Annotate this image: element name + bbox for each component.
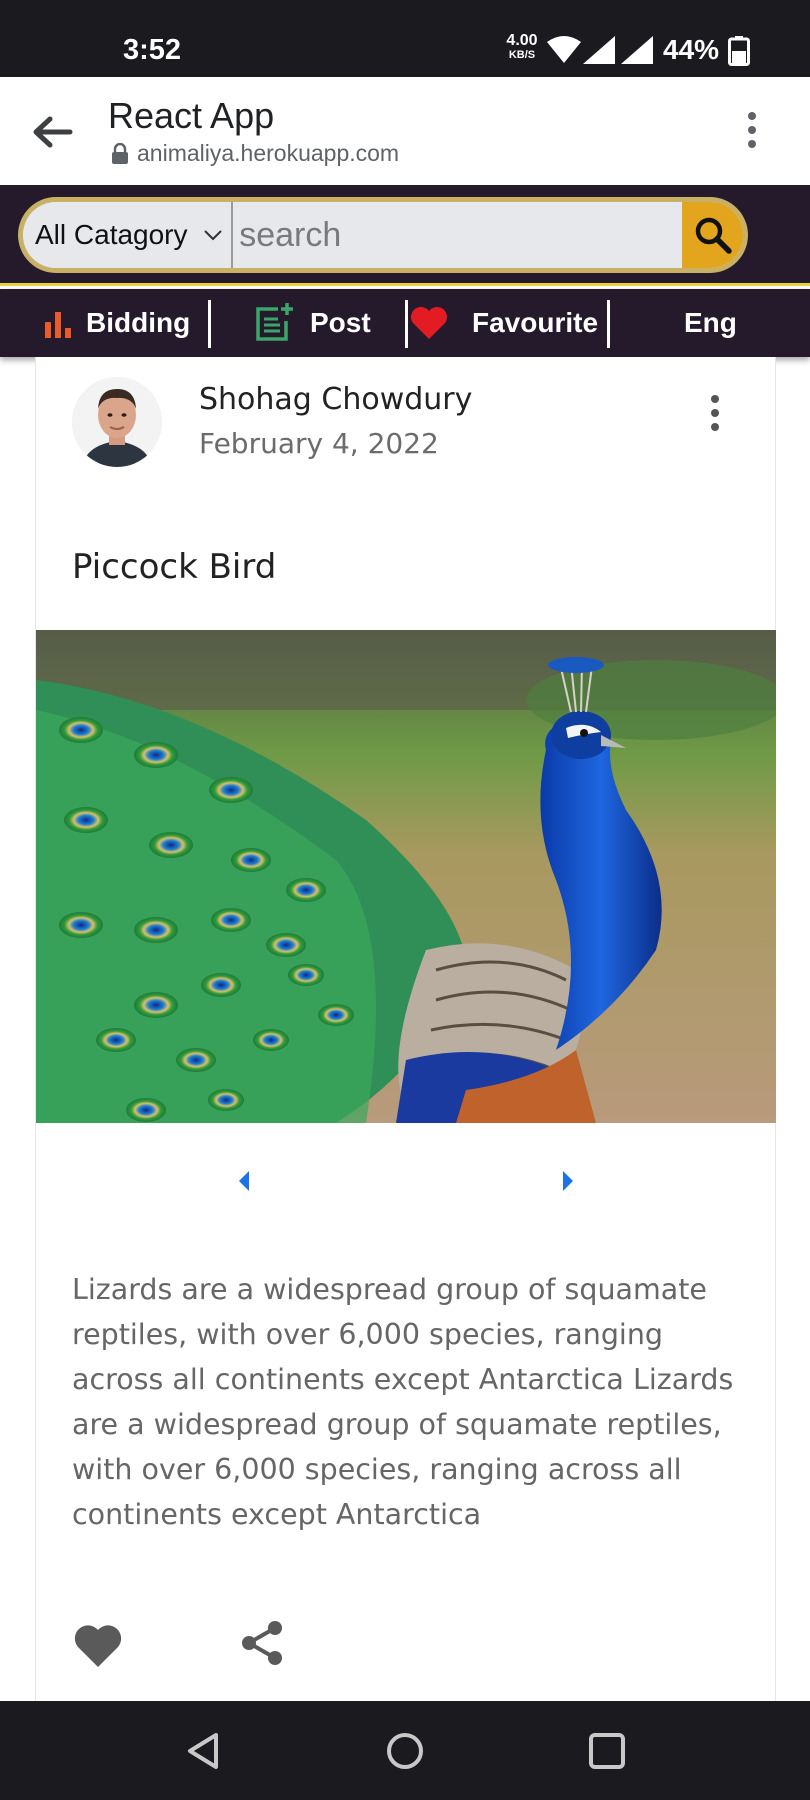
nav-language[interactable]: Eng — [684, 289, 737, 357]
more-vert-icon[interactable] — [705, 393, 725, 433]
battery-percent: 44% — [663, 34, 720, 65]
nav-home-icon[interactable] — [385, 1731, 425, 1771]
network-speed-unit: KB/S — [508, 49, 536, 61]
category-nav: Bidding Post Favourite Eng — [0, 289, 810, 357]
favorite-icon[interactable] — [74, 1624, 122, 1668]
post-description: Lizards are a widespread group of squama… — [72, 1273, 734, 1531]
arrow-right-icon[interactable] — [560, 1169, 576, 1193]
post-card: Shohag Chowdury February 4, 2022 Piccock… — [35, 357, 776, 1701]
search-button[interactable] — [682, 202, 743, 268]
network-speed-value: 4.00 — [506, 32, 538, 49]
search-input[interactable] — [233, 202, 683, 268]
nav-bidding-label: Bidding — [86, 307, 191, 338]
battery-icon — [728, 36, 750, 66]
status-time: 3:52 — [123, 34, 182, 66]
url-text: animaliya.herokuapp.com — [137, 140, 400, 166]
avatar[interactable] — [72, 377, 162, 467]
heart-icon — [411, 307, 447, 339]
post-image — [36, 630, 776, 1123]
nav-post[interactable]: Post — [254, 289, 371, 357]
nav-post-label: Post — [310, 307, 371, 338]
nav-divider — [208, 300, 211, 348]
browser-toolbar: React App animaliya.herokuapp.com — [0, 77, 810, 185]
nav-back-icon[interactable] — [184, 1731, 224, 1771]
chevron-down-icon — [204, 230, 222, 241]
system-navigation-bar — [0, 1701, 810, 1800]
nav-recents-icon[interactable] — [587, 1731, 627, 1771]
nav-favourite-label: Favourite — [472, 307, 599, 338]
nav-bidding[interactable]: Bidding — [44, 289, 190, 357]
back-arrow-icon[interactable] — [30, 112, 74, 152]
post-add-icon — [256, 303, 293, 341]
author-name[interactable]: Shohag Chowdury — [199, 382, 472, 417]
nav-language-label: Eng — [684, 307, 737, 338]
arrow-left-icon[interactable] — [236, 1169, 252, 1193]
search-box: All Catagory — [18, 197, 748, 273]
share-icon[interactable] — [239, 1619, 285, 1667]
post-title: Piccock Bird — [72, 547, 277, 587]
url-bar[interactable]: animaliya.herokuapp.com — [111, 140, 399, 167]
status-bar: 3:52 4.00 KB/S 44% — [0, 0, 810, 77]
nav-divider — [405, 300, 408, 348]
more-vert-icon[interactable] — [740, 110, 764, 150]
search-bar: All Catagory — [0, 185, 810, 286]
signal-icon — [621, 36, 653, 64]
page-title: React App — [108, 95, 275, 136]
category-select[interactable]: All Catagory — [23, 202, 234, 268]
lock-icon — [112, 142, 128, 164]
search-icon — [695, 217, 732, 254]
signal-icon — [583, 36, 615, 64]
nav-divider — [607, 300, 610, 348]
category-select-value: All Catagory — [35, 219, 188, 250]
nav-favourite[interactable]: Favourite — [410, 289, 598, 357]
avatar-image — [72, 377, 162, 467]
wifi-icon — [547, 36, 581, 63]
bar-chart-icon — [45, 312, 71, 338]
post-date: February 4, 2022 — [199, 427, 439, 460]
network-speed: 4.00 KB/S — [502, 32, 542, 62]
